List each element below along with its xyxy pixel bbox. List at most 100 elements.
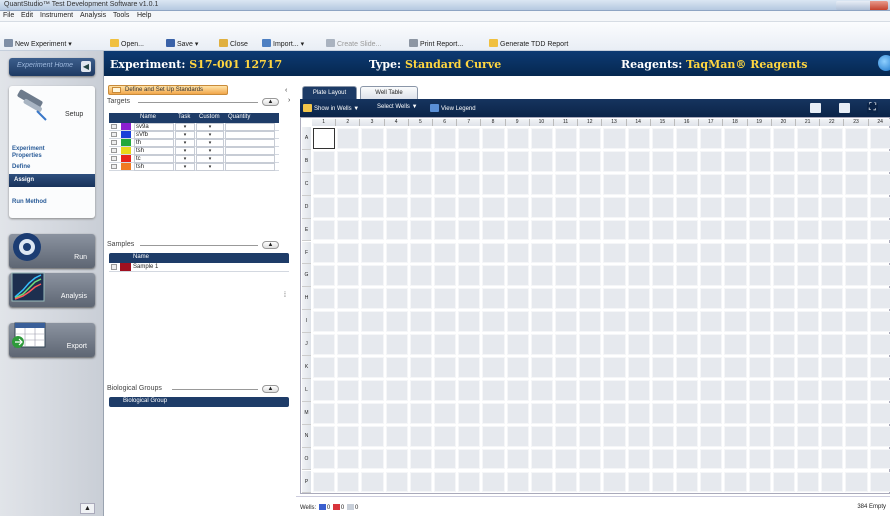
plate-well[interactable] (458, 357, 481, 378)
plate-well[interactable] (530, 357, 553, 378)
plate-well[interactable] (361, 448, 384, 470)
plate-well[interactable] (869, 265, 890, 287)
plate-well[interactable] (530, 173, 553, 195)
target-name-field[interactable]: th (134, 139, 174, 147)
plate-well[interactable] (724, 265, 747, 287)
plate-well[interactable] (313, 150, 336, 172)
plate-well[interactable] (434, 471, 457, 493)
plate-well[interactable] (797, 219, 820, 241)
plate-well[interactable] (555, 402, 578, 424)
plate-well[interactable] (434, 402, 457, 424)
task-dropdown[interactable]: ▾ (175, 163, 195, 171)
sidebar-item-define[interactable]: Define (12, 164, 30, 171)
plate-well[interactable] (797, 196, 820, 218)
column-header[interactable]: 21 (796, 119, 821, 126)
plate-well[interactable] (458, 196, 481, 218)
plate-well[interactable] (555, 425, 578, 447)
plate-well[interactable] (409, 196, 432, 218)
table-row[interactable]: tsh ▾ ▾ (109, 147, 279, 155)
plate-well[interactable] (603, 311, 626, 333)
sidebar-item-assign[interactable]: Assign (9, 174, 95, 187)
plate-well[interactable] (313, 357, 336, 378)
plate-well[interactable] (700, 173, 723, 195)
custom-dropdown[interactable]: ▾ (196, 131, 224, 139)
row-header[interactable]: P (302, 470, 311, 494)
plate-well[interactable] (506, 402, 529, 424)
plate-well[interactable] (845, 311, 868, 333)
plate-well[interactable] (409, 334, 432, 355)
plate-well[interactable] (772, 288, 795, 310)
column-header[interactable]: 6 (433, 119, 458, 126)
row-header[interactable]: C (302, 172, 311, 196)
plate-well[interactable] (869, 471, 890, 493)
table-row[interactable]: tsh ▾ ▾ (109, 163, 279, 171)
menu-instrument[interactable]: Instrument (40, 12, 73, 19)
plate-well[interactable] (361, 311, 384, 333)
column-header[interactable]: 8 (481, 119, 506, 126)
plate-well[interactable] (434, 265, 457, 287)
plate-well[interactable] (603, 471, 626, 493)
row-header[interactable]: I (302, 310, 311, 334)
plate-well[interactable] (821, 402, 844, 424)
column-header[interactable]: 20 (771, 119, 796, 126)
plate-well[interactable] (651, 173, 674, 195)
plate-well[interactable] (530, 448, 553, 470)
plate-well[interactable] (434, 242, 457, 264)
plate-well[interactable] (458, 128, 481, 149)
tab-well-table[interactable]: Well Table (360, 86, 418, 99)
plate-well[interactable] (530, 402, 553, 424)
menu-edit[interactable]: Edit (21, 12, 33, 19)
quantity-field[interactable] (225, 155, 275, 163)
column-header[interactable]: 14 (626, 119, 651, 126)
collapse-left-icon[interactable]: ‹ (285, 87, 289, 94)
plate-well[interactable] (772, 379, 795, 401)
plate-well[interactable] (724, 196, 747, 218)
plate-well[interactable] (337, 265, 360, 287)
column-header[interactable]: 24 (868, 119, 890, 126)
plate-well[interactable] (627, 173, 650, 195)
plate-well[interactable] (337, 219, 360, 241)
splitter-grip-icon[interactable]: ⁞ (284, 292, 288, 299)
plate-well[interactable] (772, 334, 795, 355)
plate-well[interactable] (869, 402, 890, 424)
custom-dropdown[interactable]: ▾ (196, 147, 224, 155)
plate-well[interactable] (385, 150, 408, 172)
plate-well[interactable] (579, 242, 602, 264)
column-header[interactable]: 22 (820, 119, 845, 126)
plate-well[interactable] (748, 173, 771, 195)
plate-well[interactable] (337, 196, 360, 218)
plate-well[interactable] (748, 150, 771, 172)
plate-well[interactable] (772, 150, 795, 172)
row-header[interactable]: M (302, 401, 311, 425)
plate-well[interactable] (482, 379, 505, 401)
plate-well[interactable] (313, 128, 336, 149)
plate-well[interactable] (337, 425, 360, 447)
column-header[interactable]: 12 (578, 119, 603, 126)
plate-well[interactable] (409, 173, 432, 195)
plate-well[interactable] (482, 448, 505, 470)
plate-well[interactable] (409, 448, 432, 470)
row-header[interactable]: F (302, 241, 311, 265)
plate-well[interactable] (700, 379, 723, 401)
plate-well[interactable] (748, 219, 771, 241)
plate-well[interactable] (337, 471, 360, 493)
plate-well[interactable] (845, 196, 868, 218)
plate-well[interactable] (434, 173, 457, 195)
plate-well[interactable] (724, 334, 747, 355)
plate-well[interactable] (385, 196, 408, 218)
plate-well[interactable] (458, 288, 481, 310)
plate-well[interactable] (700, 311, 723, 333)
plate-well[interactable] (700, 150, 723, 172)
plate-well[interactable] (797, 128, 820, 149)
plate-well[interactable] (313, 379, 336, 401)
plate-well[interactable] (385, 265, 408, 287)
plate-well[interactable] (748, 242, 771, 264)
plate-well[interactable] (651, 242, 674, 264)
plate-well[interactable] (724, 128, 747, 149)
row-header[interactable]: N (302, 424, 311, 448)
plate-well[interactable] (797, 311, 820, 333)
plate-well[interactable] (797, 425, 820, 447)
quantity-field[interactable] (225, 139, 275, 147)
plate-well[interactable] (506, 334, 529, 355)
plate-well[interactable] (603, 448, 626, 470)
